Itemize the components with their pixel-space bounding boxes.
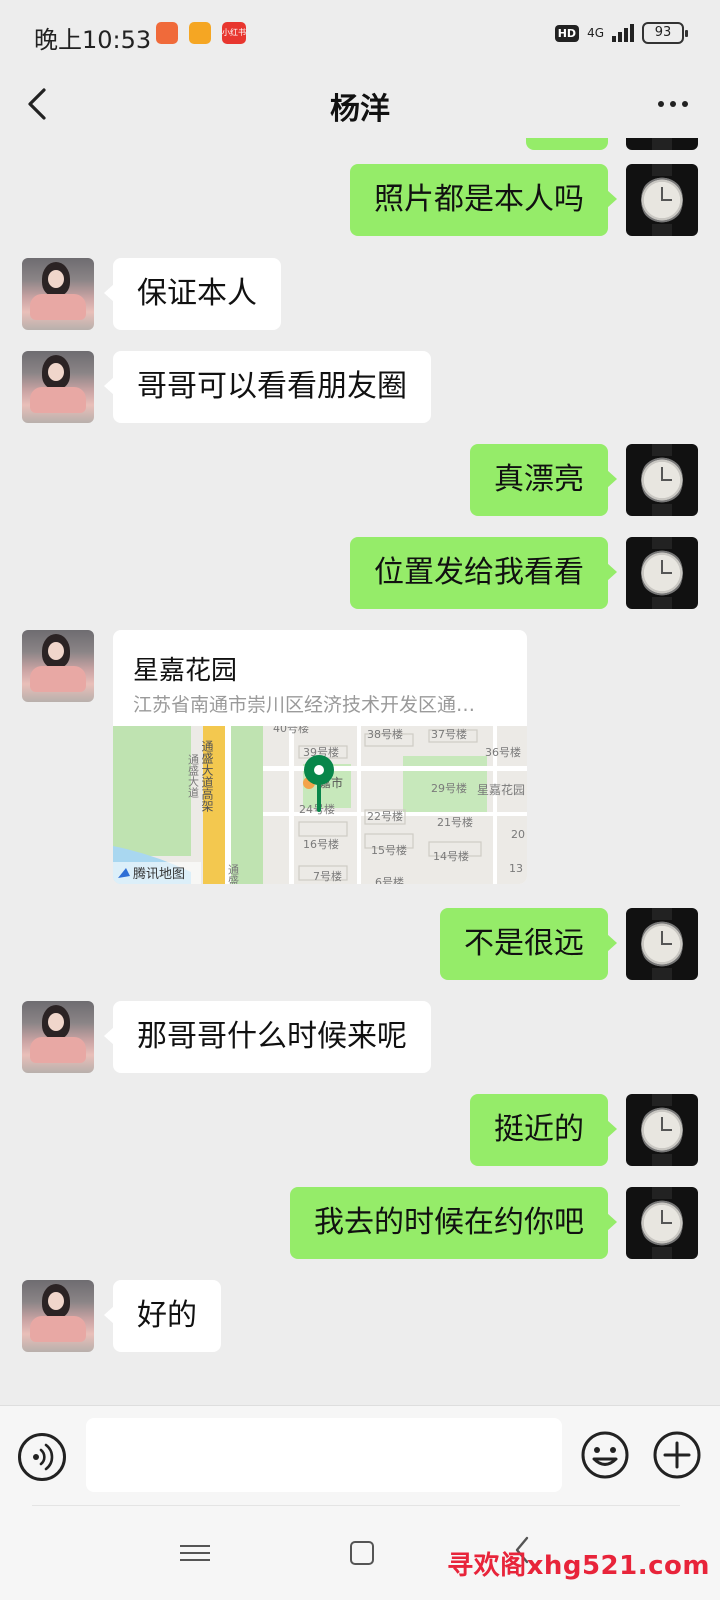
message-bubble-received[interactable]: 保证本人: [104, 258, 281, 330]
my-avatar[interactable]: [626, 1187, 698, 1259]
my-avatar[interactable]: [626, 908, 698, 980]
message-bubble-sent[interactable]: 不是很远: [440, 908, 617, 980]
map-road-label-side: 通盛大道: [187, 754, 200, 798]
message-bubble-sent[interactable]: 我去的时候在约你吧: [290, 1187, 617, 1259]
map-provider-label: 腾讯地图: [133, 866, 185, 882]
message-bubble-received[interactable]: 哥哥可以看看朋友圈: [104, 351, 431, 423]
location-name: 星嘉花园: [133, 656, 238, 686]
contact-avatar[interactable]: [22, 258, 94, 330]
contact-avatar[interactable]: [22, 630, 94, 702]
svg-text:6号楼: 6号楼: [375, 875, 404, 884]
svg-text:20: 20: [511, 828, 525, 841]
recent-apps-button[interactable]: [180, 1541, 210, 1565]
watch-avatar-icon: [641, 1105, 683, 1155]
chat-title: 杨洋: [330, 92, 390, 127]
contact-avatar[interactable]: [22, 1001, 94, 1073]
message-bubble-sent[interactable]: 挺近的: [470, 1094, 617, 1166]
my-avatar[interactable]: [626, 138, 698, 150]
divider: [32, 1505, 680, 1506]
watch-avatar-icon: [641, 175, 683, 225]
location-card[interactable]: 星嘉花园 江苏省南通市崇川区经济技术开发区通… 通盛大道高架 通盛大道 通盛 嘉…: [113, 630, 527, 884]
xiaohongshu-notification-icon: 小红书: [222, 22, 246, 44]
voice-icon: [33, 1443, 54, 1471]
more-dots-icon: [658, 101, 664, 107]
watch-avatar-icon: [641, 919, 683, 969]
my-avatar[interactable]: [626, 1094, 698, 1166]
message-input-bar: [0, 1405, 720, 1505]
watermark: 寻欢阁xhg521.com: [447, 1551, 710, 1581]
message-notification-icon: [189, 22, 211, 44]
chat-message-list[interactable]: 照片都是本人吗 保证本人 哥哥可以看看朋友圈 真漂亮 位置发给我看看 星嘉花园 …: [0, 138, 720, 1405]
svg-text:14号楼: 14号楼: [433, 849, 469, 863]
message-bubble-partial[interactable]: [526, 138, 608, 150]
message-bubble-sent[interactable]: 真漂亮: [470, 444, 617, 516]
emoji-button[interactable]: [580, 1430, 630, 1480]
map-area-label: 星嘉花园: [477, 782, 525, 797]
my-avatar[interactable]: [626, 164, 698, 236]
svg-text:40号楼: 40号楼: [273, 726, 309, 735]
network-type: 4G: [587, 26, 604, 40]
battery-icon: 93: [642, 22, 688, 44]
message-bubble-received[interactable]: 好的: [104, 1280, 221, 1352]
svg-text:16号楼: 16号楼: [303, 837, 339, 851]
location-map[interactable]: 通盛大道高架 通盛大道 通盛 嘉市 40号楼 39号楼 38号楼 37号楼 36…: [113, 726, 527, 884]
message-bubble-sent[interactable]: 照片都是本人吗: [350, 164, 617, 236]
contact-avatar[interactable]: [22, 1280, 94, 1352]
watch-avatar-icon: [641, 455, 683, 505]
my-avatar[interactable]: [626, 444, 698, 516]
system-navigation-bar: 寻欢阁xhg521.com: [0, 1505, 720, 1600]
svg-text:21号楼: 21号楼: [437, 815, 473, 829]
chat-header: 杨洋: [0, 70, 720, 138]
map-road-label-bottom: 通盛: [227, 864, 240, 884]
status-bar: 晚上10:53 小红书 HD 4G 93: [0, 0, 720, 70]
svg-text:38号楼: 38号楼: [367, 727, 403, 741]
watch-avatar-icon: [641, 548, 683, 598]
status-indicators: HD 4G 93: [554, 22, 688, 44]
svg-text:13: 13: [509, 862, 523, 875]
svg-text:22号楼: 22号楼: [367, 809, 403, 823]
svg-text:7号楼: 7号楼: [313, 869, 342, 883]
app-notification-icon: [156, 22, 178, 44]
message-bubble-received[interactable]: 那哥哥什么时候来呢: [104, 1001, 431, 1073]
svg-text:36号楼: 36号楼: [485, 745, 521, 759]
contact-avatar[interactable]: [22, 351, 94, 423]
more-button[interactable]: [648, 84, 698, 124]
svg-text:29号楼: 29号楼: [431, 781, 467, 795]
status-time: 晚上10:53: [34, 26, 152, 54]
message-text-field[interactable]: [86, 1418, 562, 1492]
map-road-label: 通盛大道高架: [200, 740, 214, 812]
more-actions-button[interactable]: [652, 1430, 702, 1480]
my-avatar[interactable]: [626, 537, 698, 609]
signal-icon: [612, 24, 634, 42]
home-button[interactable]: [350, 1541, 374, 1565]
hd-icon: HD: [554, 24, 580, 42]
voice-button[interactable]: [18, 1433, 66, 1481]
battery-level: 93: [654, 25, 672, 40]
location-address: 江苏省南通市崇川区经济技术开发区通…: [133, 694, 476, 716]
plus-icon: [653, 1431, 701, 1479]
watch-avatar-icon: [641, 1198, 683, 1248]
svg-text:15号楼: 15号楼: [371, 843, 407, 857]
svg-text:37号楼: 37号楼: [431, 727, 467, 741]
message-bubble-sent[interactable]: 位置发给我看看: [350, 537, 617, 609]
emoji-icon: [581, 1431, 629, 1479]
